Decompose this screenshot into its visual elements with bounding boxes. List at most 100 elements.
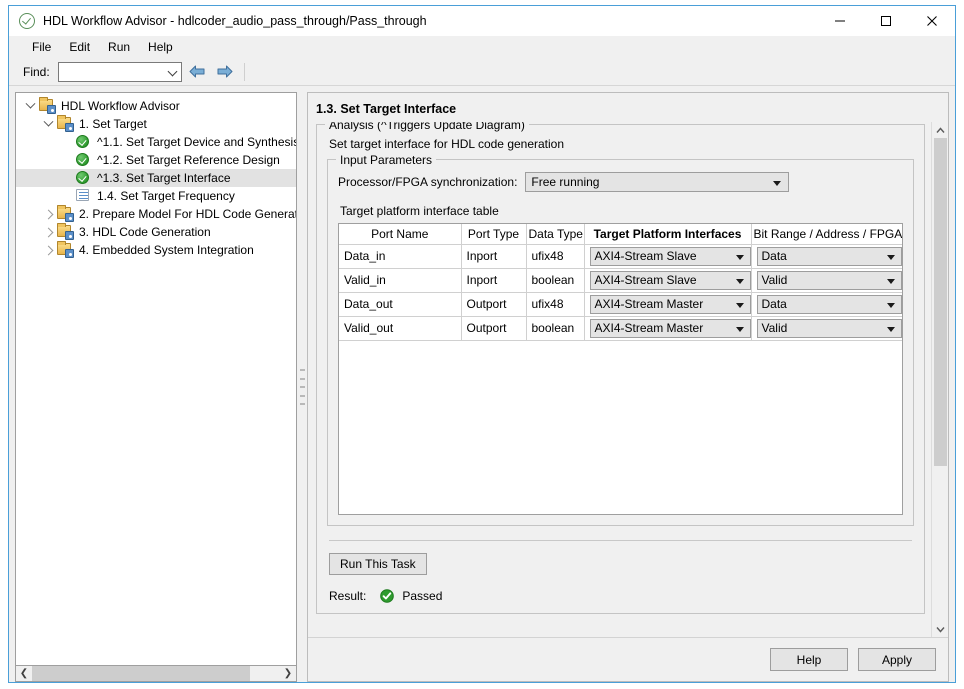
tree-item-label: 4. Embedded System Integration <box>79 243 254 257</box>
chevron-down-icon[interactable] <box>887 302 895 308</box>
panel-splitter[interactable] <box>297 92 307 682</box>
vscroll-track[interactable] <box>932 138 948 621</box>
minimize-button[interactable] <box>817 6 863 36</box>
tree-item-label: 1.4. Set Target Frequency <box>97 189 235 203</box>
sync-dropdown[interactable]: Free running <box>525 172 790 192</box>
cell-port-name: Data_in <box>339 244 462 269</box>
find-label: Find: <box>23 64 50 79</box>
menu-item-run[interactable]: Run <box>99 38 139 56</box>
cell-interface-dropdown: AXI4-Stream Master <box>584 292 752 317</box>
interface-dropdown[interactable]: AXI4-Stream Slave <box>589 246 751 266</box>
hscroll-track[interactable] <box>32 666 280 681</box>
close-button[interactable] <box>909 6 955 36</box>
interface-dropdown-value: AXI4-Stream Master <box>594 297 704 311</box>
vscroll-thumb[interactable] <box>934 138 947 467</box>
tree-item[interactable]: 3. HDL Code Generation <box>16 223 296 241</box>
menu-item-edit[interactable]: Edit <box>60 38 99 56</box>
help-button[interactable]: Help <box>770 648 848 671</box>
bit-range-dropdown[interactable]: Data <box>756 246 902 266</box>
bit-range-dropdown[interactable]: Valid <box>756 318 902 338</box>
cell-bit-range-dropdown: Valid <box>751 316 902 341</box>
cell-data-type: boolean <box>526 316 585 341</box>
chevron-down-icon[interactable] <box>735 302 744 308</box>
cell-port-name: Data_out <box>339 292 462 317</box>
interface-table-wrapper[interactable]: Port Name Port Type Data Type Target Platfo… <box>338 223 903 515</box>
bit-range-dropdown[interactable]: Data <box>756 294 902 314</box>
chevron-up-icon[interactable] <box>932 122 948 138</box>
apply-button[interactable]: Apply <box>858 648 936 671</box>
find-combo[interactable] <box>57 61 182 82</box>
interface-dropdown[interactable]: AXI4-Stream Master <box>589 294 751 314</box>
section-divider <box>329 540 912 541</box>
find-toolbar: Find: <box>9 58 955 86</box>
interface-dropdown-value: AXI4-Stream Slave <box>594 249 697 263</box>
chevron-right-icon[interactable] <box>40 242 56 258</box>
task-vertical-scrollbar[interactable] <box>931 122 948 637</box>
chevron-down-icon[interactable] <box>887 326 895 332</box>
table-row[interactable]: Valid_in Inport boolean AXI4-Stream Slave Va… <box>339 268 902 293</box>
menu-item-help[interactable]: Help <box>139 38 182 56</box>
workflow-tree[interactable]: HDL Workflow Advisor 1. Set Target ^1.1. S… <box>15 92 297 665</box>
folder-gear-icon <box>56 115 74 132</box>
chevron-down-icon[interactable] <box>22 98 38 114</box>
panel-footer: Help Apply <box>308 637 948 681</box>
interface-dropdown[interactable]: AXI4-Stream Slave <box>589 270 751 290</box>
tree-item[interactable]: 2. Prepare Model For HDL Code Generation <box>16 205 296 223</box>
sync-label: Processor/FPGA synchronization: <box>338 175 518 189</box>
chevron-left-icon[interactable]: ❮ <box>16 666 32 681</box>
splitter-grip[interactable] <box>299 369 305 405</box>
cell-port-type: Inport <box>461 268 527 293</box>
interface-dropdown[interactable]: AXI4-Stream Master <box>589 318 751 338</box>
arrow-right-icon[interactable] <box>214 62 236 82</box>
tree-panel: HDL Workflow Advisor 1. Set Target ^1.1. S… <box>15 92 297 682</box>
folder-gear-icon <box>38 97 56 114</box>
chevron-down-icon[interactable] <box>40 116 56 132</box>
tree-item[interactable]: HDL Workflow Advisor <box>16 97 296 115</box>
cell-bit-range-dropdown: Data <box>751 244 902 269</box>
arrow-left-icon[interactable] <box>187 62 209 82</box>
chevron-down-icon[interactable] <box>887 254 895 260</box>
analysis-legend: Analysis (^Triggers Update Diagram) <box>325 122 529 132</box>
tree-item-label: 2. Prepare Model For HDL Code Generation <box>79 207 297 221</box>
menu-item-file[interactable]: File <box>23 38 60 56</box>
chevron-down-icon[interactable] <box>735 326 744 332</box>
table-column-header[interactable]: Bit Range / Address / FPGA Pin <box>751 224 902 245</box>
table-row[interactable]: Valid_out Outport boolean AXI4-Stream Maste… <box>339 316 902 341</box>
chevron-right-icon[interactable] <box>40 206 56 222</box>
find-input[interactable] <box>61 63 162 80</box>
tree-item[interactable]: ^1.1. Set Target Device and Synthesis <box>16 133 296 151</box>
cell-data-type: boolean <box>526 268 585 293</box>
maximize-button[interactable] <box>863 6 909 36</box>
tree-item[interactable]: 1.4. Set Target Frequency <box>16 187 296 205</box>
tree-horizontal-scrollbar[interactable]: ❮ ❯ <box>15 665 297 682</box>
table-column-header[interactable]: Port Name <box>339 224 462 245</box>
chevron-right-icon[interactable]: ❯ <box>280 666 296 681</box>
bit-range-dropdown[interactable]: Valid <box>756 270 902 290</box>
table-column-header[interactable]: Target Platform Interfaces <box>584 224 752 245</box>
table-row[interactable]: Data_out Outport ufix48 AXI4-Stream Master D… <box>339 292 902 317</box>
folder-gear-icon <box>56 241 74 258</box>
chevron-down-icon[interactable] <box>167 66 178 76</box>
chevron-down-icon[interactable] <box>773 181 782 186</box>
run-this-task-button[interactable]: Run This Task <box>329 553 427 575</box>
table-column-header[interactable]: Port Type <box>461 224 527 245</box>
table-row[interactable]: Data_in Inport ufix48 AXI4-Stream Slave Data <box>339 244 902 269</box>
result-label: Result: <box>329 589 367 603</box>
hscroll-thumb[interactable] <box>32 666 251 681</box>
chevron-down-icon[interactable] <box>735 278 744 284</box>
interface-table: Port Name Port Type Data Type Target Platfo… <box>339 224 902 341</box>
chevron-right-icon[interactable] <box>40 224 56 240</box>
cell-port-name: Valid_in <box>339 268 462 293</box>
chevron-down-icon[interactable] <box>735 254 744 260</box>
input-parameters-group: Input Parameters Processor/FPGA synchron… <box>327 153 914 526</box>
tree-item[interactable]: 1. Set Target <box>16 115 296 133</box>
tree-item[interactable]: 4. Embedded System Integration <box>16 241 296 259</box>
tree-item[interactable]: ^1.3. Set Target Interface <box>16 169 296 187</box>
table-column-header[interactable]: Data Type <box>526 224 585 245</box>
tree-item[interactable]: ^1.2. Set Target Reference Design <box>16 151 296 169</box>
chevron-down-icon[interactable] <box>887 278 895 284</box>
main-body: HDL Workflow Advisor 1. Set Target ^1.1. S… <box>9 86 955 682</box>
cell-interface-dropdown: AXI4-Stream Master <box>584 316 752 341</box>
table-header-row: Port Name Port Type Data Type Target Platfo… <box>339 224 902 245</box>
chevron-down-icon[interactable] <box>932 621 948 637</box>
